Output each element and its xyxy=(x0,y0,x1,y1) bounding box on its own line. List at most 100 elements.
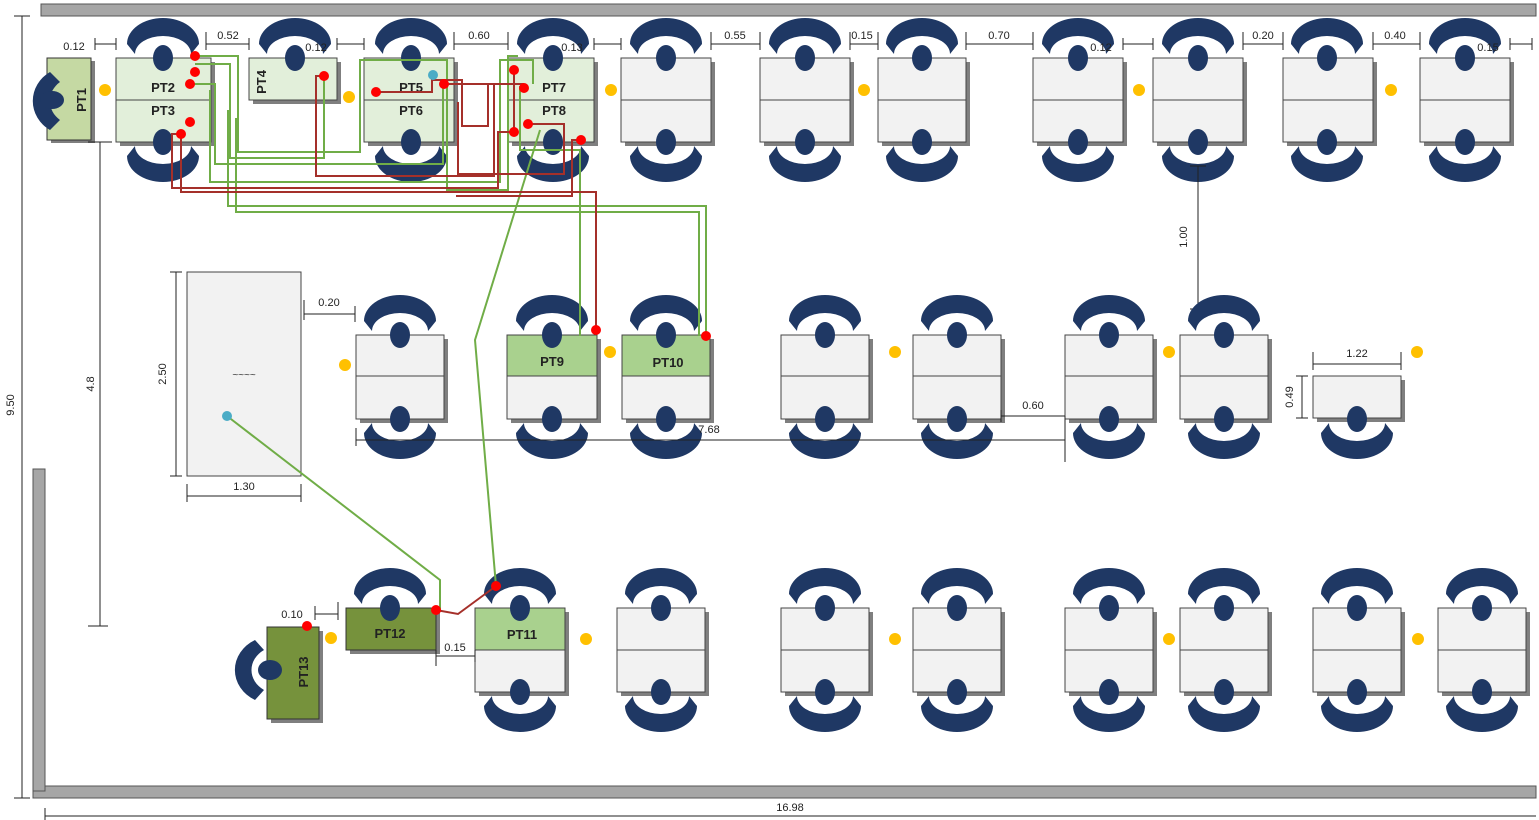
node-pt5-cyan xyxy=(428,70,438,80)
desk-top-row-2 xyxy=(759,18,854,182)
node-pt3-b xyxy=(176,129,186,139)
dim-0-12-a: 0.12 xyxy=(63,41,84,53)
node-pt3-a xyxy=(185,117,195,127)
pt2-label: PT2 xyxy=(151,80,175,95)
pt9-label: PT9 xyxy=(540,354,564,369)
desk-top-row-3 xyxy=(877,18,970,182)
workstation-pt9: PT9 xyxy=(506,295,601,459)
desk-mid-row-4 xyxy=(780,295,873,459)
pt11-label: PT11 xyxy=(507,627,537,642)
desk-bot-row-4 xyxy=(1064,568,1157,732)
node-pt7-b xyxy=(519,83,529,93)
dim-0-12-b: 0.12 xyxy=(305,42,326,54)
dim-0-60-a: 0.60 xyxy=(468,30,489,42)
dim-7-68: 7.68 xyxy=(698,424,719,436)
node-pt7-a xyxy=(509,65,519,75)
dim-0-20-a: 0.20 xyxy=(1252,30,1273,42)
pt7-label: PT7 xyxy=(542,80,566,95)
pt13-label: PT13 xyxy=(296,656,311,687)
socket-bot-4 xyxy=(1163,633,1175,645)
workstation-pt12: PT12 xyxy=(345,568,440,654)
desk-bot-row-3 xyxy=(912,568,1005,732)
desk-bot-row-5 xyxy=(1179,568,1272,732)
dim-1-00-line xyxy=(1190,165,1206,310)
dim-1-22: 1.22 xyxy=(1346,348,1367,360)
desk-top-row-4 xyxy=(1032,18,1127,182)
socket-mid-6 xyxy=(1163,346,1175,358)
socket-pt9 xyxy=(604,346,616,358)
socket-pt1 xyxy=(99,84,111,96)
dim-0-52: 0.52 xyxy=(217,30,238,42)
socket-bot-2 xyxy=(889,633,901,645)
node-pt5 xyxy=(439,79,449,89)
pt12-label: PT12 xyxy=(374,626,405,641)
desk-top-row-1 xyxy=(620,18,715,182)
node-pt11 xyxy=(491,581,501,591)
desk-top-row-7 xyxy=(1419,18,1514,182)
node-pt8-a xyxy=(523,119,533,129)
socket-pt4 xyxy=(343,91,355,103)
dim-0-15-a: 0.15 xyxy=(851,30,872,42)
dim-0-55: 0.55 xyxy=(724,30,745,42)
node-pt2-b xyxy=(190,67,200,77)
cabinet-mark: ~~~~ xyxy=(232,370,256,381)
dim-0-13: 0.13 xyxy=(561,42,582,54)
pt6-label: PT6 xyxy=(399,103,423,118)
node-pt12 xyxy=(431,605,441,615)
pt10-label: PT10 xyxy=(652,355,683,370)
dim-1-00: 1.00 xyxy=(1178,226,1190,247)
socket-top-6 xyxy=(1385,84,1397,96)
pt4-label: PT4 xyxy=(254,69,269,94)
wall-top xyxy=(40,3,1537,17)
cabinet: ~~~~ xyxy=(186,271,302,477)
desk-mid-row-single xyxy=(1312,375,1405,459)
dim-0-15-b: 0.15 xyxy=(1477,42,1498,54)
workstation-pt11: PT11 xyxy=(474,568,569,732)
workstation-pt1: PT1 xyxy=(32,57,95,143)
desk-bot-row-2 xyxy=(780,568,873,732)
socket-top-4 xyxy=(1133,84,1145,96)
pt3-label: PT3 xyxy=(151,103,175,118)
node-pt8-b xyxy=(509,127,519,137)
socket-pt13 xyxy=(325,632,337,644)
desk-top-row-5 xyxy=(1152,18,1247,182)
workstation-pt4: PT4 xyxy=(248,18,341,104)
node-pt2-c xyxy=(185,79,195,89)
pt1-label: PT1 xyxy=(74,88,89,112)
dim-0-60-b: 0.60 xyxy=(1022,400,1043,412)
desk-bot-row-6 xyxy=(1312,568,1405,732)
desk-mid-row-6 xyxy=(1064,295,1157,459)
wall-bottom xyxy=(32,785,1537,799)
dim-0-15-c: 0.15 xyxy=(444,642,465,654)
node-cabinet-cyan xyxy=(222,411,232,421)
socket-mid-1 xyxy=(339,359,351,371)
wall-left xyxy=(32,468,46,792)
pt8-label: PT8 xyxy=(542,103,566,118)
socket-top-2 xyxy=(858,84,870,96)
node-pt13 xyxy=(302,621,312,631)
desk-bot-row-1 xyxy=(616,568,709,732)
room-width-label: 16.98 xyxy=(776,802,804,814)
desk-mid-row-5 xyxy=(912,295,1005,459)
dim-0-49: 0.49 xyxy=(1284,386,1296,407)
node-pt10 xyxy=(701,331,711,341)
dim-0-70: 0.70 xyxy=(988,30,1009,42)
socket-mid-4 xyxy=(889,346,901,358)
dim-0-10: 0.10 xyxy=(281,609,302,621)
dim-4-8: 4.8 xyxy=(85,376,97,391)
workstation-pt2-pt3: PT2 PT3 xyxy=(115,18,215,182)
workstation-pt13: PT13 xyxy=(234,626,323,723)
desk-bot-row-7 xyxy=(1437,568,1530,732)
dim-0-12-c: 0.12 xyxy=(1090,42,1111,54)
node-pt6 xyxy=(371,87,381,97)
dim-2-50: 2.50 xyxy=(157,363,169,384)
socket-pt11 xyxy=(580,633,592,645)
dim-1-30: 1.30 xyxy=(233,481,254,493)
node-pt2-a xyxy=(190,51,200,61)
socket-bot-6 xyxy=(1412,633,1424,645)
socket-pt8 xyxy=(605,84,617,96)
desk-mid-row-1 xyxy=(355,295,448,459)
workstation-pt7-pt8: PT7 PT8 xyxy=(507,18,598,182)
socket-mid-8 xyxy=(1411,346,1423,358)
office-floor-plan: 9.50 16.98 PT1 PT2 PT3 PT4 PT5 PT6 PT7 P… xyxy=(5,3,1537,820)
